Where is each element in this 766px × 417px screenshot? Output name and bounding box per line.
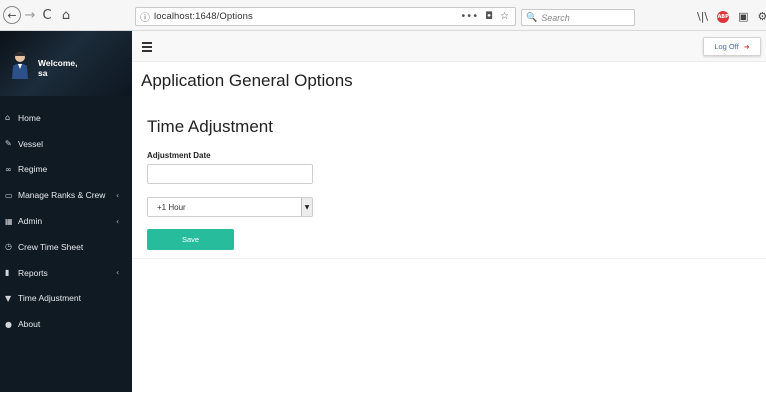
monitor-icon: ▭ [5, 190, 13, 200]
sidebar-item-regime[interactable]: ∞ Regime [0, 157, 132, 183]
welcome-greeting: Welcome, [38, 58, 78, 68]
sidebar-item-manage-ranks-crew[interactable]: ▭ Manage Ranks & Crew ‹ [0, 182, 132, 208]
library-icon[interactable]: \|\ [697, 10, 708, 23]
adblock-icon[interactable]: ABP [717, 10, 730, 23]
page-actions-icon[interactable]: ••• [460, 11, 478, 22]
search-icon: 🔍 [526, 12, 538, 23]
sidebar-item-about[interactable]: ● About [0, 311, 132, 337]
sidebar-item-label: Crew Time Sheet [18, 241, 84, 252]
sidebar-item-label: About [18, 319, 41, 330]
sidebar-item-home[interactable]: ⌂ Home [0, 105, 132, 131]
table-icon: ▦ [5, 216, 13, 226]
hour-offset-value: +1 Hour [157, 202, 186, 212]
browser-toolbar: ← → C ⌂ ⓘ localhost:1648/Options ••• ◘ ☆… [0, 0, 766, 31]
site-info-icon[interactable]: ⓘ [136, 9, 154, 24]
edit-icon: ✎ [5, 139, 12, 149]
sidebar-item-admin[interactable]: ▦ Admin ‹ [0, 208, 132, 234]
content-divider [132, 258, 766, 259]
welcome-text: Welcome, sa [38, 58, 78, 78]
home-icon: ⌂ [5, 113, 11, 123]
hour-offset-select[interactable]: +1 Hour ▼ [147, 197, 313, 217]
sidebar-item-label: Manage Ranks & Crew [18, 190, 106, 201]
extension-icon[interactable]: ⚙ [758, 10, 766, 23]
browser-search-input[interactable]: 🔍 Search [521, 9, 635, 26]
sidebar-item-crew-time-sheet[interactable]: ◷ Crew Time Sheet [0, 234, 132, 260]
address-bar[interactable]: ⓘ localhost:1648/Options ••• ◘ ☆ [135, 7, 516, 26]
adjustment-date-input[interactable] [147, 164, 313, 184]
pocket-icon[interactable]: ◘ [485, 11, 493, 22]
clock-icon: ◷ [5, 242, 12, 252]
reload-icon[interactable]: C [40, 6, 54, 24]
sidebar-item-label: Time Adjustment [18, 293, 81, 304]
adjustment-date-label: Adjustment Date [147, 151, 211, 160]
sidebar-item-label: Regime [18, 164, 48, 175]
forward-arrow-icon[interactable]: → [23, 6, 37, 24]
log-off-label: Log Off [714, 42, 739, 51]
url-text[interactable]: localhost:1648/Options [154, 11, 460, 22]
chevron-left-icon: ‹ [116, 190, 120, 200]
search-placeholder: Search [541, 12, 570, 23]
chart-icon: ▮ [5, 268, 10, 278]
hamburger-menu-icon[interactable] [142, 42, 152, 54]
section-title: Time Adjustment [147, 117, 273, 136]
sidebar-toggle-icon[interactable]: ▣ [738, 10, 748, 23]
sidebar: Welcome, sa ⌂ Home ✎ Vessel ∞ Regime ▭ M… [0, 31, 132, 392]
sidebar-item-time-adjustment[interactable]: ▼ Time Adjustment [0, 286, 132, 312]
sidebar-item-reports[interactable]: ▮ Reports ‹ [0, 260, 132, 286]
sidebar-item-label: Vessel [18, 138, 44, 149]
page-title: Application General Options [141, 71, 353, 90]
dropdown-arrow-icon[interactable]: ▼ [301, 198, 312, 216]
sidebar-menu: ⌂ Home ✎ Vessel ∞ Regime ▭ Manage Ranks … [0, 105, 132, 337]
sign-out-icon: ➜ [743, 42, 750, 51]
log-off-button[interactable]: Log Off ➜ [703, 37, 761, 56]
chevron-left-icon: ‹ [116, 268, 120, 278]
sidebar-item-label: Admin [18, 216, 43, 227]
sidebar-item-label: Reports [18, 267, 48, 278]
browser-home-icon[interactable]: ⌂ [59, 6, 73, 24]
top-navbar: Log Off ➜ [132, 31, 766, 62]
back-arrow-icon[interactable]: ← [3, 6, 21, 24]
profile-panel: Welcome, sa [0, 31, 132, 96]
bookmark-star-icon[interactable]: ☆ [500, 11, 509, 22]
filter-icon: ▼ [5, 293, 12, 303]
user-icon: ● [5, 319, 12, 329]
sidebar-item-label: Home [18, 112, 41, 123]
link-icon: ∞ [5, 164, 12, 174]
welcome-username: sa [38, 68, 48, 78]
save-button[interactable]: Save [147, 229, 234, 250]
chevron-left-icon: ‹ [116, 216, 120, 226]
avatar [12, 52, 28, 79]
sidebar-item-vessel[interactable]: ✎ Vessel [0, 131, 132, 157]
